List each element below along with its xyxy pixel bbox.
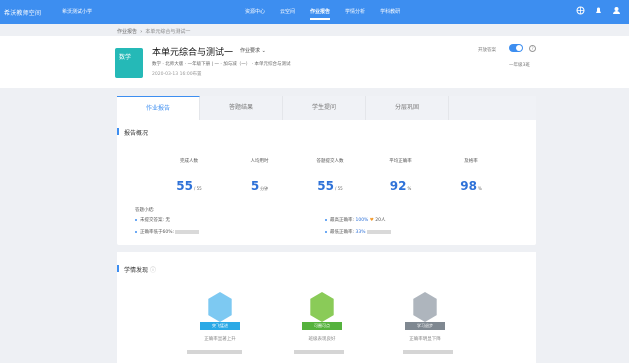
requirement-label: 作业要求 [240,48,261,54]
tab-homework-report[interactable]: 作业报告 [117,96,200,120]
summary-not-submitted: 未提交答案: 无 [135,217,170,223]
badge-regression[interactable]: 学习退步 [405,290,445,336]
badge-caption: 正确率显著上升 [204,337,236,342]
summary-title: 答题小结: [135,208,155,213]
stat-label: 完成人数 [180,159,198,164]
assigned-time: 2020-03-13 16:00布置 [152,72,202,77]
stat-value: 92 [389,179,407,193]
stat-suffix: % [477,186,482,191]
highest-label: 最高正确率: [330,218,355,223]
badge-label: 可圈可点 [302,322,342,330]
summary-low-accuracy: 正确率低于60%: [135,229,200,235]
bullet-dot [135,218,137,221]
bullet-dot [325,218,327,221]
thumbs-up-icon [310,292,334,322]
trend-down-icon [413,292,437,322]
nav-resource-center[interactable]: 资源中心 [245,8,265,20]
findings-title-text: 学情发现 [124,267,149,274]
badge-caption: 正确率明显下降 [409,337,441,342]
nav-cloud-space[interactable]: 云空间 [280,8,295,20]
badge-notable[interactable]: 可圈可点 [302,290,342,336]
nav-subject-research[interactable]: 学科教研 [380,8,400,20]
rocket-icon [208,292,232,322]
stat-label: 人均用时 [250,159,269,164]
language-icon[interactable] [576,6,585,15]
stat-submitted: 答题提交人数 55/ 55 [301,158,359,194]
stat-value: 55 [317,179,334,193]
blurred-student-list [187,350,242,354]
blurred-names [175,229,200,234]
nav-homework-report[interactable]: 作业报告 [310,8,331,20]
stat-pass-rate: 及格率 98% [442,158,500,194]
stat-value: 98 [460,179,477,193]
report-tabs: 作业报告 答题结果 学生提问 分层巩固 [117,96,536,120]
low-accuracy-text: 正确率低于60%: [140,230,175,235]
help-icon[interactable]: ? [529,45,536,52]
stat-completed: 完成人数 55/ 55 [160,158,218,194]
info-icon[interactable]: ⓘ [150,267,156,274]
lowest-value: 33% [355,230,366,235]
stat-suffix: 分钟 [260,186,269,191]
breadcrumb: 作业报告 › 本单元综合与测试一 [117,28,190,35]
breadcrumb-homework[interactable]: 作业报告 [117,29,137,35]
blurred-student-list [294,350,344,354]
tab-answer-results[interactable]: 答题结果 [200,96,283,120]
user-avatar-icon[interactable] [612,6,621,15]
overview-stats: 完成人数 55/ 55 人均用时 5分钟 答题提交人数 55/ 55 平均正确率… [160,158,500,194]
open-answer-toggle[interactable] [509,44,523,52]
stat-average-time: 人均用时 5分钟 [231,158,289,194]
class-name: 一年级3班 [509,63,530,68]
page-title: 本单元综合与测试一 [152,48,234,58]
requirement-dropdown[interactable]: 作业要求 ⌄ [240,47,266,54]
top-icons [576,6,621,15]
badge-rapid-progress[interactable]: 突飞猛进 [200,290,240,336]
badge-caption: 班级表现良好 [308,337,336,342]
tab-layered-practice[interactable]: 分层巩固 [366,96,449,120]
highest-people: 20人 [375,218,386,223]
nav-learning-analysis[interactable]: 学情分析 [345,8,365,20]
heart-icon: ♥ [369,218,374,223]
school-name: 希沃测试小学 [62,9,93,15]
stat-suffix: / 55 [193,186,202,191]
breadcrumb-current: 本单元综合与测试一 [145,29,191,35]
main-nav: 资源中心 云空间 作业报告 学情分析 学科教研 [245,8,400,20]
tab-student-questions[interactable]: 学生提问 [283,96,366,120]
stat-value: 5 [250,179,260,193]
homework-header [0,36,629,88]
highest-value: 100% [355,218,369,223]
stat-average-accuracy: 平均正确率 92% [372,158,430,194]
not-submitted-text: 未提交答案: 无 [140,218,170,223]
brand-title: 希沃教师空间 [4,10,42,17]
top-navigation: 希沃教师空间 希沃测试小学 资源中心 云空间 作业报告 学情分析 学科教研 [0,0,629,24]
book-icon: 数学 [115,48,143,78]
stat-label: 及格率 [464,159,478,164]
stat-suffix: / 55 [334,186,343,191]
stat-label: 平均正确率 [389,159,412,164]
toggle-label: 开放答案 [478,48,496,53]
badge-label: 学习退步 [405,322,445,330]
summary-lowest: 最低正确率: 33% [325,229,391,235]
findings-title: 学情发现 ⓘ [117,265,156,274]
notification-bell-icon[interactable] [594,6,603,15]
stat-suffix: % [407,186,412,191]
stat-label: 答题提交人数 [316,159,344,164]
breadcrumb-separator: › [138,29,144,35]
blurred-names [366,229,391,234]
bullet-dot [135,230,137,233]
badge-label: 突飞猛进 [200,322,240,330]
overview-title: 报告概况 [116,128,149,137]
summary-highest: 最高正确率: 100% ♥ 20人 [325,217,386,223]
bullet-dot [325,230,327,233]
course-meta: 数学 · 北师大版 · 一年级下册 | 一 · 加与减（一） · 本单元综合与测… [152,62,291,67]
lowest-label: 最低正确率: [330,230,355,235]
blurred-student-list [403,350,453,354]
stat-value: 55 [176,179,193,193]
